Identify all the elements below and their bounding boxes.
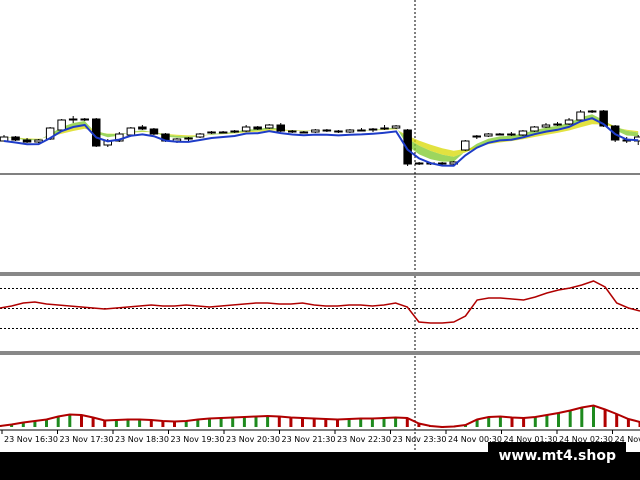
oscillator-2-bar — [615, 414, 619, 427]
oscillator-2-bar — [254, 416, 258, 427]
bearish-candle — [149, 128, 159, 135]
bullish-candle — [345, 129, 355, 133]
time-axis-label: 23 Nov 18:30 — [115, 435, 169, 444]
oscillator-2-bar — [56, 416, 60, 427]
bullish-candle — [184, 137, 193, 140]
bearish-candle — [288, 130, 297, 133]
bullish-candle — [587, 110, 597, 113]
time-axis-label: 23 Nov 21:30 — [282, 435, 336, 444]
oscillator-2-bar — [359, 418, 363, 427]
bullish-candle — [518, 130, 528, 136]
oscillator-2-bar — [510, 417, 514, 427]
oscillator-2-bar — [80, 415, 83, 427]
oscillator-2-bar — [347, 419, 351, 427]
bullish-candle — [218, 131, 228, 134]
oscillator-2-bar — [266, 416, 270, 427]
time-axis-label: 23 Nov 23:30 — [393, 435, 447, 444]
bearish-candle — [334, 130, 343, 133]
bullish-candle — [472, 135, 481, 138]
oscillator-2-bar — [312, 418, 316, 427]
bullish-candle — [553, 123, 562, 126]
oscillator-2-bar — [487, 417, 491, 427]
bullish-candle — [484, 133, 493, 137]
oscillator-2-bar — [592, 405, 595, 427]
bullish-candle — [68, 118, 78, 121]
oscillator-1-panel[interactable] — [0, 280, 640, 329]
bullish-candle — [576, 111, 585, 121]
bullish-candle — [299, 131, 309, 134]
oscillator-2-bar — [557, 413, 560, 427]
bullish-candle — [311, 129, 320, 133]
oscillator-2-bar — [336, 419, 339, 427]
time-axis-label: 23 Nov 17:30 — [60, 435, 114, 444]
bullish-candle — [241, 126, 251, 132]
bullish-candle — [530, 126, 539, 132]
oscillator-1-line — [0, 280, 640, 324]
bullish-candle — [380, 127, 389, 130]
time-axis-label: 23 Nov 20:30 — [226, 435, 280, 444]
oscillator-2-bar — [289, 417, 293, 427]
oscillator-2-panel[interactable] — [0, 404, 640, 429]
bullish-candle — [80, 118, 89, 121]
bullish-candle — [391, 125, 401, 129]
oscillator-2-bar — [114, 420, 118, 427]
chart-svg[interactable]: 23 Nov 16:30 23 Nov 17:30 23 Nov 18:30 23 N… — [0, 0, 640, 452]
oscillator-2-bar — [126, 419, 130, 427]
oscillator-2-bar — [498, 416, 502, 427]
bearish-candle — [438, 162, 447, 165]
bullish-candle — [368, 128, 378, 131]
bearish-candle — [253, 126, 262, 130]
chart-canvas[interactable]: 23 Nov 16:30 23 Nov 17:30 23 Nov 18:30 23 N… — [0, 0, 640, 452]
bullish-candle — [541, 124, 551, 128]
panel-separator-1[interactable] — [0, 272, 640, 276]
oscillator-2-bar — [545, 415, 549, 427]
oscillator-2-bar — [394, 417, 398, 427]
bullish-candle — [265, 124, 274, 129]
oscillator-2-bar — [568, 410, 572, 427]
oscillator-2-bar — [277, 416, 281, 427]
bullish-candle — [126, 127, 136, 136]
oscillator-2-bar — [208, 418, 211, 427]
time-axis-label: 23 Nov 16:30 — [4, 435, 58, 444]
oscillator-2-histogram — [0, 405, 640, 428]
bearish-candle — [276, 124, 285, 132]
bearish-candle — [138, 126, 147, 130]
oscillator-2-bar — [68, 414, 72, 427]
oscillator-2-bar — [219, 418, 223, 427]
time-axis-label: 23 Nov 19:30 — [171, 435, 225, 444]
bullish-candle — [564, 119, 574, 125]
bearish-candle — [507, 133, 516, 136]
oscillator-2-bar — [370, 418, 374, 427]
bullish-candle — [461, 140, 470, 151]
bearish-candle — [92, 118, 101, 147]
bullish-candle — [495, 133, 505, 136]
bullish-candle — [195, 133, 205, 138]
oscillator-2-bar — [522, 418, 526, 427]
oscillator-2-bar — [138, 419, 142, 427]
bullish-candle — [414, 162, 424, 165]
bearish-candle — [22, 139, 32, 143]
oscillator-2-bar — [580, 407, 584, 427]
watermark: www.mt4.shop — [488, 442, 626, 470]
oscillator-2-bar — [603, 409, 607, 427]
bearish-candle — [322, 129, 332, 132]
main-price-chart[interactable] — [0, 0, 640, 452]
oscillator-2-bar — [301, 418, 304, 427]
oscillator-2-signal-line — [0, 404, 640, 429]
oscillator-2-bar — [533, 417, 537, 427]
bullish-candle — [230, 130, 239, 133]
bullish-candle — [357, 129, 366, 132]
oscillator-2-bar — [91, 417, 95, 427]
oscillator-2-bar — [382, 418, 386, 427]
bullish-candle — [57, 119, 66, 131]
time-axis-label: 23 Nov 22:30 — [337, 435, 391, 444]
bearish-candle — [11, 136, 20, 141]
oscillator-2-bar — [324, 419, 328, 427]
oscillator-2-bar — [231, 417, 235, 427]
panel-separator-2[interactable] — [0, 351, 640, 355]
oscillator-2-bar — [242, 417, 246, 427]
bullish-candle — [207, 131, 216, 134]
